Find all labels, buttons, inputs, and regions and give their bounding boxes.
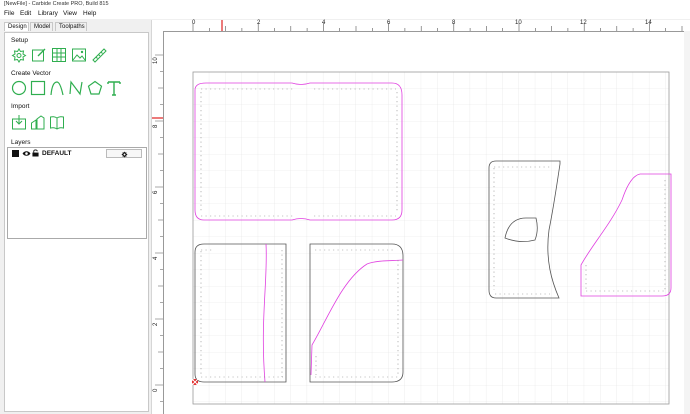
menu-library[interactable]: Library — [38, 10, 58, 17]
section-setup-label: Setup — [11, 37, 28, 44]
design-panel: Setup Create Vector Import Layers DEFAUL… — [4, 32, 149, 412]
curve-icon[interactable] — [49, 80, 65, 96]
eye-icon[interactable] — [22, 150, 31, 157]
job-setup-icon[interactable] — [11, 47, 27, 63]
tab-design[interactable]: Design — [4, 22, 29, 31]
sidebar: Design Model Toolpaths Setup Create Vect… — [0, 20, 152, 414]
canvas-drawing — [191, 71, 672, 405]
section-layers-label: Layers — [11, 139, 31, 146]
menu-file[interactable]: File — [4, 10, 14, 17]
title-bar: [NewFile] - Carbide Create PRO, Build 81… — [0, 0, 690, 9]
lock-icon[interactable] — [32, 149, 39, 157]
gear-icon — [121, 151, 128, 158]
layers-list: DEFAULT — [7, 147, 147, 239]
layer-color-swatch[interactable] — [12, 150, 19, 157]
rectangle-icon[interactable] — [30, 80, 46, 96]
measure-icon[interactable] — [91, 47, 107, 63]
material-grid — [192, 71, 670, 405]
library-icon[interactable] — [49, 114, 65, 130]
text-icon[interactable] — [106, 80, 122, 96]
circle-icon[interactable] — [11, 80, 27, 96]
menu-help[interactable]: Help — [83, 10, 96, 17]
polyline-icon[interactable] — [68, 80, 84, 96]
section-import-label: Import — [11, 103, 30, 110]
menu-view[interactable]: View — [63, 10, 77, 17]
polygon-icon[interactable] — [87, 80, 103, 96]
menu-bar: File Edit Library View Help — [0, 9, 690, 19]
layer-name: DEFAULT — [42, 150, 72, 157]
window-title: [NewFile] - Carbide Create PRO, Build 81… — [4, 1, 109, 7]
tab-toolpaths[interactable]: Toolpaths — [55, 22, 87, 31]
trace-icon[interactable] — [30, 114, 46, 130]
origin-marker — [191, 378, 199, 386]
menu-edit[interactable]: Edit — [20, 10, 31, 17]
edit-icon[interactable] — [31, 47, 47, 63]
image-icon[interactable] — [71, 47, 87, 63]
layer-settings-button[interactable] — [106, 149, 142, 158]
layer-row[interactable]: DEFAULT — [10, 149, 143, 159]
section-create-vector-label: Create Vector — [11, 70, 51, 77]
tab-model[interactable]: Model — [30, 22, 53, 31]
import-icon[interactable] — [11, 114, 27, 130]
grid-icon[interactable] — [51, 47, 67, 63]
design-canvas[interactable]: 0 2 4 6 8 10 12 14 10 8 6 4 2 0 — [152, 20, 690, 414]
